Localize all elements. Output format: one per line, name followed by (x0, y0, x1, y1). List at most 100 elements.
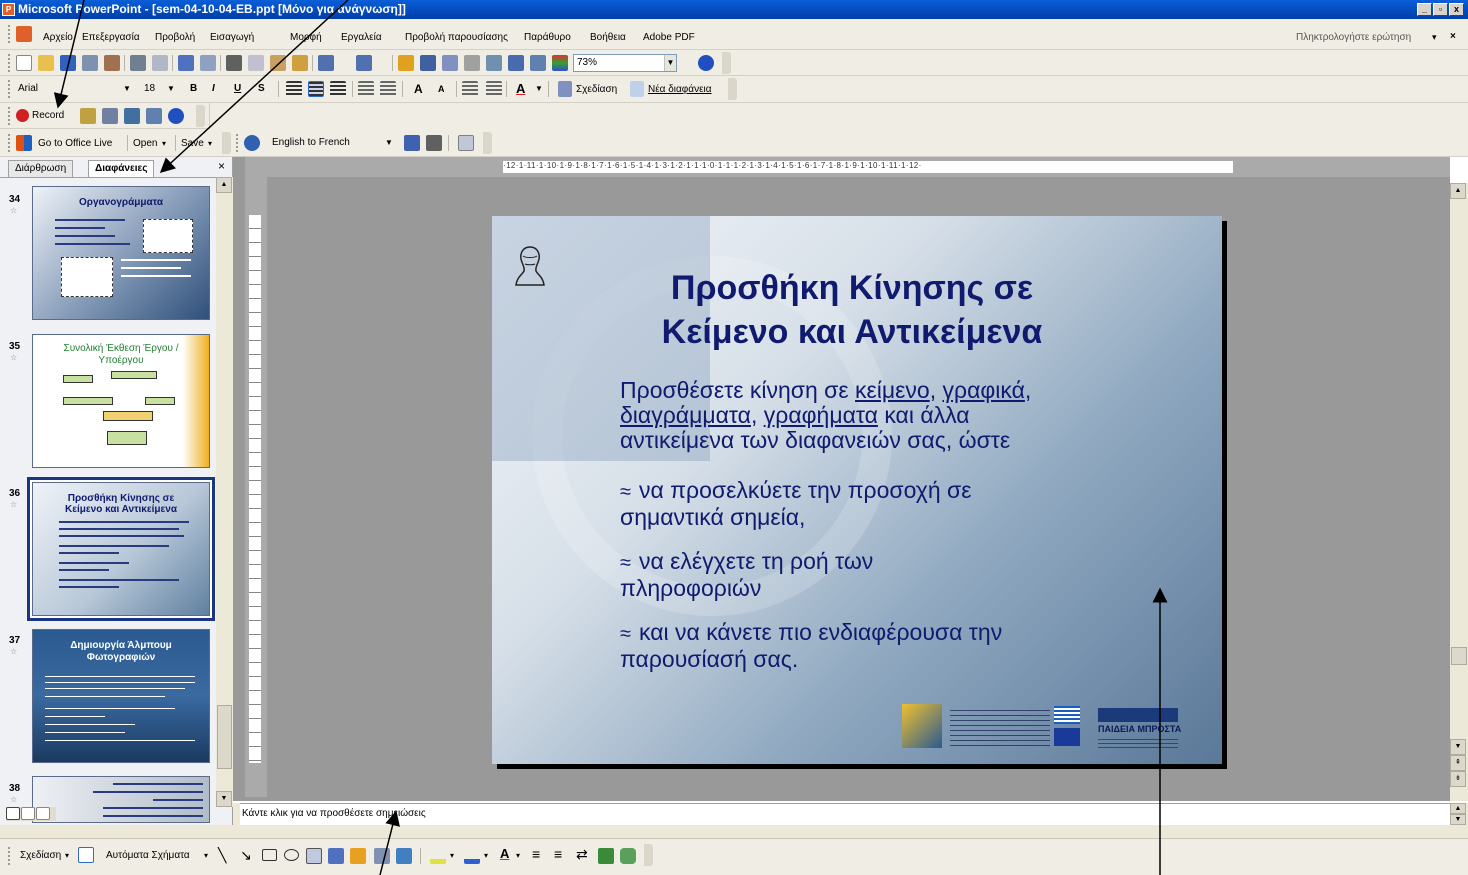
underline-button[interactable]: U (234, 83, 241, 94)
transition-star-icon[interactable]: ☆ (10, 647, 17, 656)
slideshow-view-icon[interactable] (36, 807, 50, 820)
slide-bullet[interactable]: ≈ να προσελκύετε την προσοχή σε σημαντικά… (620, 478, 972, 530)
hyperlink-icon[interactable] (464, 55, 480, 71)
transition-star-icon[interactable]: ☆ (10, 353, 17, 362)
paste-icon[interactable] (270, 55, 286, 71)
slide-scrollbar[interactable]: ▲ ▼ ⇞ ⇟ (1450, 183, 1468, 801)
new-slide-button[interactable]: Νέα διαφάνεια (648, 84, 712, 95)
slide-thumbnail-37[interactable]: Δημιουργία Άλμπουμ Φωτογραφιών (32, 629, 210, 763)
print-icon[interactable] (130, 55, 146, 71)
minimize-button[interactable]: _ (1417, 3, 1432, 16)
help-icon[interactable] (168, 108, 184, 124)
fill-color-icon[interactable] (430, 848, 446, 864)
menu-edit[interactable]: Επεξεργασία (82, 32, 140, 43)
vertical-ruler[interactable] (245, 177, 267, 797)
show-grid-icon[interactable] (530, 55, 546, 71)
spelling-icon[interactable] (178, 55, 194, 71)
slide-thumbnail-35[interactable]: Συνολική Έκθεση Έργου / Υποέργου (32, 334, 210, 468)
chevron-down-icon[interactable]: ▾ (516, 851, 520, 860)
drawing-font-color-button[interactable]: A (500, 846, 509, 861)
italic-button[interactable]: I (212, 83, 215, 94)
title-bar[interactable]: P Microsoft PowerPoint - [sem-04-10-04-E… (0, 0, 1468, 19)
wordart-icon[interactable] (328, 848, 344, 864)
tab-outline[interactable]: Διάρθρωση (8, 160, 74, 177)
toolbar-grip[interactable] (8, 54, 11, 72)
redo-icon[interactable] (356, 55, 372, 71)
clipart-icon[interactable] (374, 848, 390, 864)
bullets-icon[interactable] (380, 81, 396, 97)
font-color-button[interactable]: A (516, 81, 525, 96)
align-left-icon[interactable] (286, 81, 302, 97)
autoshapes-button[interactable]: Αυτόματα Σχήματα (106, 850, 190, 861)
save-icon[interactable] (60, 55, 76, 71)
chevron-down-icon[interactable]: ▾ (162, 139, 166, 148)
narration-icon[interactable] (80, 108, 96, 124)
transition-star-icon[interactable]: ☆ (10, 206, 17, 215)
increase-indent-icon[interactable] (486, 81, 502, 97)
research-icon[interactable] (200, 55, 216, 71)
translate-book-icon[interactable] (404, 135, 420, 151)
text-box-icon[interactable] (306, 848, 322, 864)
insert-chart-icon[interactable] (398, 55, 414, 71)
translate-help-icon[interactable] (458, 135, 474, 151)
copy-icon[interactable] (248, 55, 264, 71)
close-pane-icon[interactable]: × (218, 159, 225, 173)
chevron-down-icon[interactable]: ▾ (450, 851, 454, 860)
scroll-down-arrow-icon[interactable]: ▼ (216, 791, 232, 807)
publish-icon[interactable] (146, 108, 162, 124)
chevron-down-icon[interactable]: ▾ (204, 851, 208, 860)
slide-thumbnail-38[interactable] (32, 776, 210, 823)
menu-tools[interactable]: Εργαλεία (341, 32, 382, 43)
color-grayscale-icon[interactable] (552, 55, 568, 71)
line-icon[interactable]: ╲ (218, 847, 226, 864)
toolbar-grip[interactable] (8, 847, 11, 865)
chevron-down-icon[interactable]: ▼ (535, 84, 543, 93)
new-icon[interactable] (16, 55, 32, 71)
tables-borders-icon[interactable] (442, 55, 458, 71)
help-icon[interactable] (698, 55, 714, 71)
menu-adobe-pdf[interactable]: Adobe PDF (643, 32, 695, 43)
menu-window[interactable]: Παράθυρο (524, 32, 571, 43)
chevron-down-icon[interactable]: ▾ (65, 851, 69, 860)
slide-thumbnail-34[interactable]: Οργανογράμματα (32, 186, 210, 320)
menu-help[interactable]: Βοήθεια (590, 32, 626, 43)
picture-icon[interactable] (396, 848, 412, 864)
scrollbar-thumb[interactable] (217, 705, 232, 769)
powerpoint-app-icon[interactable]: P (2, 3, 15, 16)
dash-style-icon[interactable]: ≡ (554, 846, 562, 862)
decrease-indent-icon[interactable] (462, 81, 478, 97)
formatting-marks-icon[interactable] (508, 55, 524, 71)
transition-star-icon[interactable]: ☆ (10, 500, 17, 509)
chevron-down-icon[interactable]: ▼ (664, 55, 676, 71)
zoom-select[interactable]: 73% ▼ (573, 54, 677, 72)
toolbar-grip[interactable] (236, 134, 239, 152)
arrow-style-icon[interactable]: ⇄ (576, 846, 588, 863)
rectangle-icon[interactable] (262, 849, 277, 861)
horizontal-ruler[interactable]: ·12·1·11·1·10·1·9·1·8·1·7·1·6·1·5·1·4·1·… (245, 157, 1450, 177)
line-style-icon[interactable]: ≡ (532, 846, 540, 862)
shadow-button[interactable]: S (258, 83, 265, 94)
translate-settings-icon[interactable] (426, 135, 442, 151)
menu-file[interactable]: Αρχείο (43, 32, 73, 43)
scroll-up-arrow-icon[interactable]: ▲ (1450, 803, 1466, 814)
insert-table-icon[interactable] (420, 55, 436, 71)
scrollbar-thumb[interactable] (1451, 647, 1467, 665)
chevron-down-icon[interactable]: ▾ (484, 851, 488, 860)
chevron-down-icon[interactable]: ▼ (165, 81, 177, 97)
line-color-icon[interactable] (464, 848, 480, 864)
slide-canvas[interactable]: Προσθήκη Κίνησης σε Κείμενο και Αντικείμ… (492, 216, 1222, 764)
previous-slide-icon[interactable]: ⇞ (1450, 755, 1466, 771)
menu-insert[interactable]: Εισαγωγή (210, 32, 254, 43)
scroll-down-arrow-icon[interactable]: ▼ (1450, 739, 1466, 755)
diagram-icon[interactable] (350, 848, 366, 864)
bold-button[interactable]: B (190, 83, 197, 94)
toolbar-grip[interactable] (8, 107, 11, 125)
scroll-down-arrow-icon[interactable]: ▼ (1450, 814, 1466, 825)
undo-icon[interactable] (318, 55, 334, 71)
close-document-icon[interactable]: × (1450, 31, 1456, 42)
normal-view-icon[interactable] (6, 807, 20, 820)
restore-button[interactable]: ▫ (1433, 3, 1448, 16)
go-to-office-live-button[interactable]: Go to Office Live (38, 138, 112, 149)
save-button[interactable]: Save (181, 138, 204, 149)
draw-menu-button[interactable]: Σχεδίαση (20, 850, 61, 861)
